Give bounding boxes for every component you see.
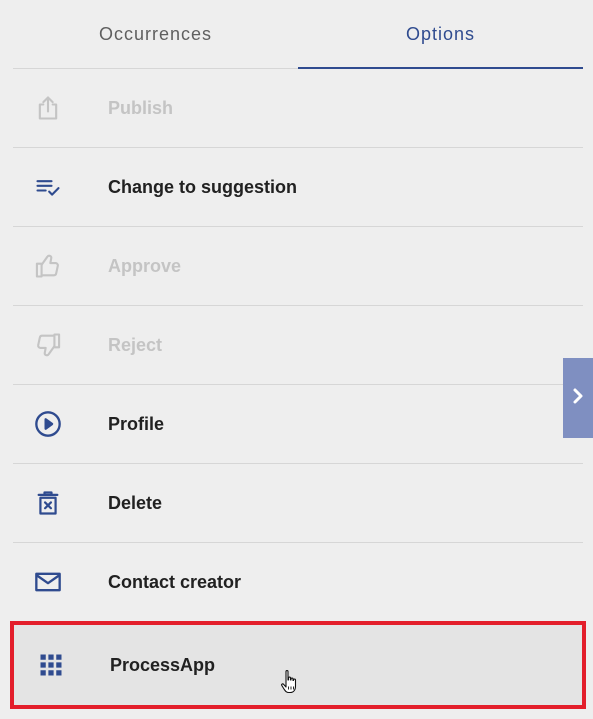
menu-item-label: Delete: [108, 492, 163, 513]
menu-item-label: Contact creator: [108, 571, 242, 592]
trash-x-icon: [13, 489, 83, 517]
menu-item-label: Approve: [108, 255, 182, 276]
options-menu: Publish Change to suggestion Approve Rej…: [10, 69, 586, 709]
thumbs-up-icon: [13, 252, 83, 280]
tab-options[interactable]: Options: [298, 0, 583, 69]
tab-bar: Occurrences Options: [13, 0, 583, 69]
tab-occurrences[interactable]: Occurrences: [13, 0, 298, 68]
menu-item-label: Change to suggestion: [108, 176, 297, 197]
menu-item-label: Profile: [108, 413, 165, 434]
play-circle-icon: [13, 410, 83, 438]
menu-item-label: Reject: [108, 334, 163, 355]
apps-grid-icon: [14, 651, 85, 679]
thumbs-down-icon: [13, 331, 83, 359]
share-upload-icon: [13, 94, 83, 122]
envelope-icon: [13, 568, 83, 596]
chevron-right-icon: [571, 386, 585, 411]
list-check-icon: [13, 173, 83, 201]
menu-item-reject[interactable]: Reject: [13, 306, 583, 385]
menu-item-profile[interactable]: Profile: [13, 385, 583, 464]
menu-item-contact-creator[interactable]: Contact creator: [13, 543, 583, 622]
menu-item-publish[interactable]: Publish: [13, 69, 583, 148]
side-panel-toggle-button[interactable]: [563, 358, 593, 438]
menu-item-label: Publish: [108, 97, 174, 118]
menu-item-processapp[interactable]: ProcessApp: [10, 621, 586, 709]
menu-item-change-to-suggestion[interactable]: Change to suggestion: [13, 148, 583, 227]
menu-item-approve[interactable]: Approve: [13, 227, 583, 306]
menu-item-label: ProcessApp: [110, 654, 216, 675]
menu-item-delete[interactable]: Delete: [13, 464, 583, 543]
